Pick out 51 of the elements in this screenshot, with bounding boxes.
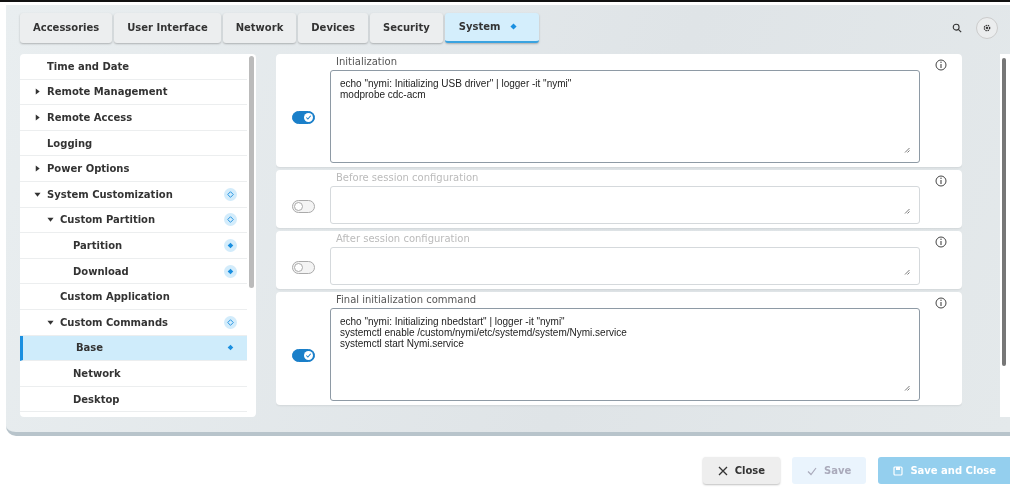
command-field[interactable] [330, 186, 920, 224]
toggle-switch[interactable] [291, 111, 315, 124]
toggle-switch[interactable] [291, 349, 315, 362]
sidebar-item[interactable]: Download [20, 258, 247, 285]
sidebar-item[interactable]: System Customization [20, 181, 247, 208]
resize-handle-icon[interactable] [904, 385, 910, 391]
section-label: Final initialization command [335, 294, 478, 307]
check-icon [304, 352, 312, 359]
gear-icon [982, 22, 992, 33]
sidebar-item[interactable]: Network [20, 361, 247, 387]
info-icon[interactable] [935, 175, 947, 187]
toggle-switch[interactable] [291, 199, 315, 213]
scrollbar-thumb[interactable] [1002, 58, 1006, 366]
sidebar-item[interactable]: Custom Partition [20, 207, 247, 234]
tab[interactable]: Devices [298, 12, 368, 43]
info-icon[interactable] [935, 297, 947, 309]
resize-handle-icon[interactable] [904, 269, 910, 275]
close-button[interactable]: Close [702, 457, 781, 484]
sidebar-item[interactable]: Custom Commands [20, 309, 247, 336]
command-field[interactable]: echo "nymi: Initializing USB driver" | logger -it "nymi" modprobe cdc-acm [330, 70, 920, 163]
section-label: Before session configuration [335, 172, 480, 185]
info-icon[interactable] [935, 59, 947, 71]
resize-handle-icon[interactable] [904, 208, 910, 214]
section-label: After session configuration [335, 233, 471, 246]
sidebar-item[interactable]: Partition [20, 233, 247, 259]
command-field[interactable]: echo "nymi: Initializing nbedstart" | logger -it "nymi" systemctl enable /custom/nymi/etc/systemd/system/Nymi.service systemctl start Nymi.service [330, 308, 920, 401]
section-label: Initialization [335, 56, 398, 69]
toggle-switch[interactable] [291, 260, 315, 274]
tab[interactable]: System [444, 12, 540, 43]
sidebar-item[interactable]: Power Options [20, 156, 247, 182]
check-icon [304, 114, 312, 121]
tab[interactable]: User Interface [114, 12, 221, 43]
sidebar-item[interactable]: Logging [20, 130, 247, 157]
tab[interactable]: Accessories [20, 12, 113, 43]
resize-handle-icon[interactable] [904, 147, 910, 153]
sidebar-item[interactable]: Remote Management [20, 79, 247, 106]
settings-button[interactable] [976, 16, 998, 39]
sidebar-item[interactable]: Custom Application [20, 284, 247, 310]
sidebar-item[interactable]: Desktop [20, 386, 247, 413]
sidebar-item[interactable]: Time and Date [20, 54, 247, 80]
info-icon[interactable] [935, 236, 947, 248]
command-field[interactable] [330, 247, 920, 285]
tab[interactable]: Security [370, 12, 443, 43]
sidebar-item[interactable]: Remote Access [20, 105, 247, 131]
diamond-icon [510, 23, 518, 30]
sidebar-item[interactable]: Base [20, 335, 247, 362]
search-icon[interactable] [952, 22, 962, 33]
scrollbar-thumb[interactable] [249, 56, 254, 288]
check-icon [807, 465, 818, 476]
close-icon [717, 465, 728, 476]
tab[interactable]: Network [222, 12, 297, 43]
